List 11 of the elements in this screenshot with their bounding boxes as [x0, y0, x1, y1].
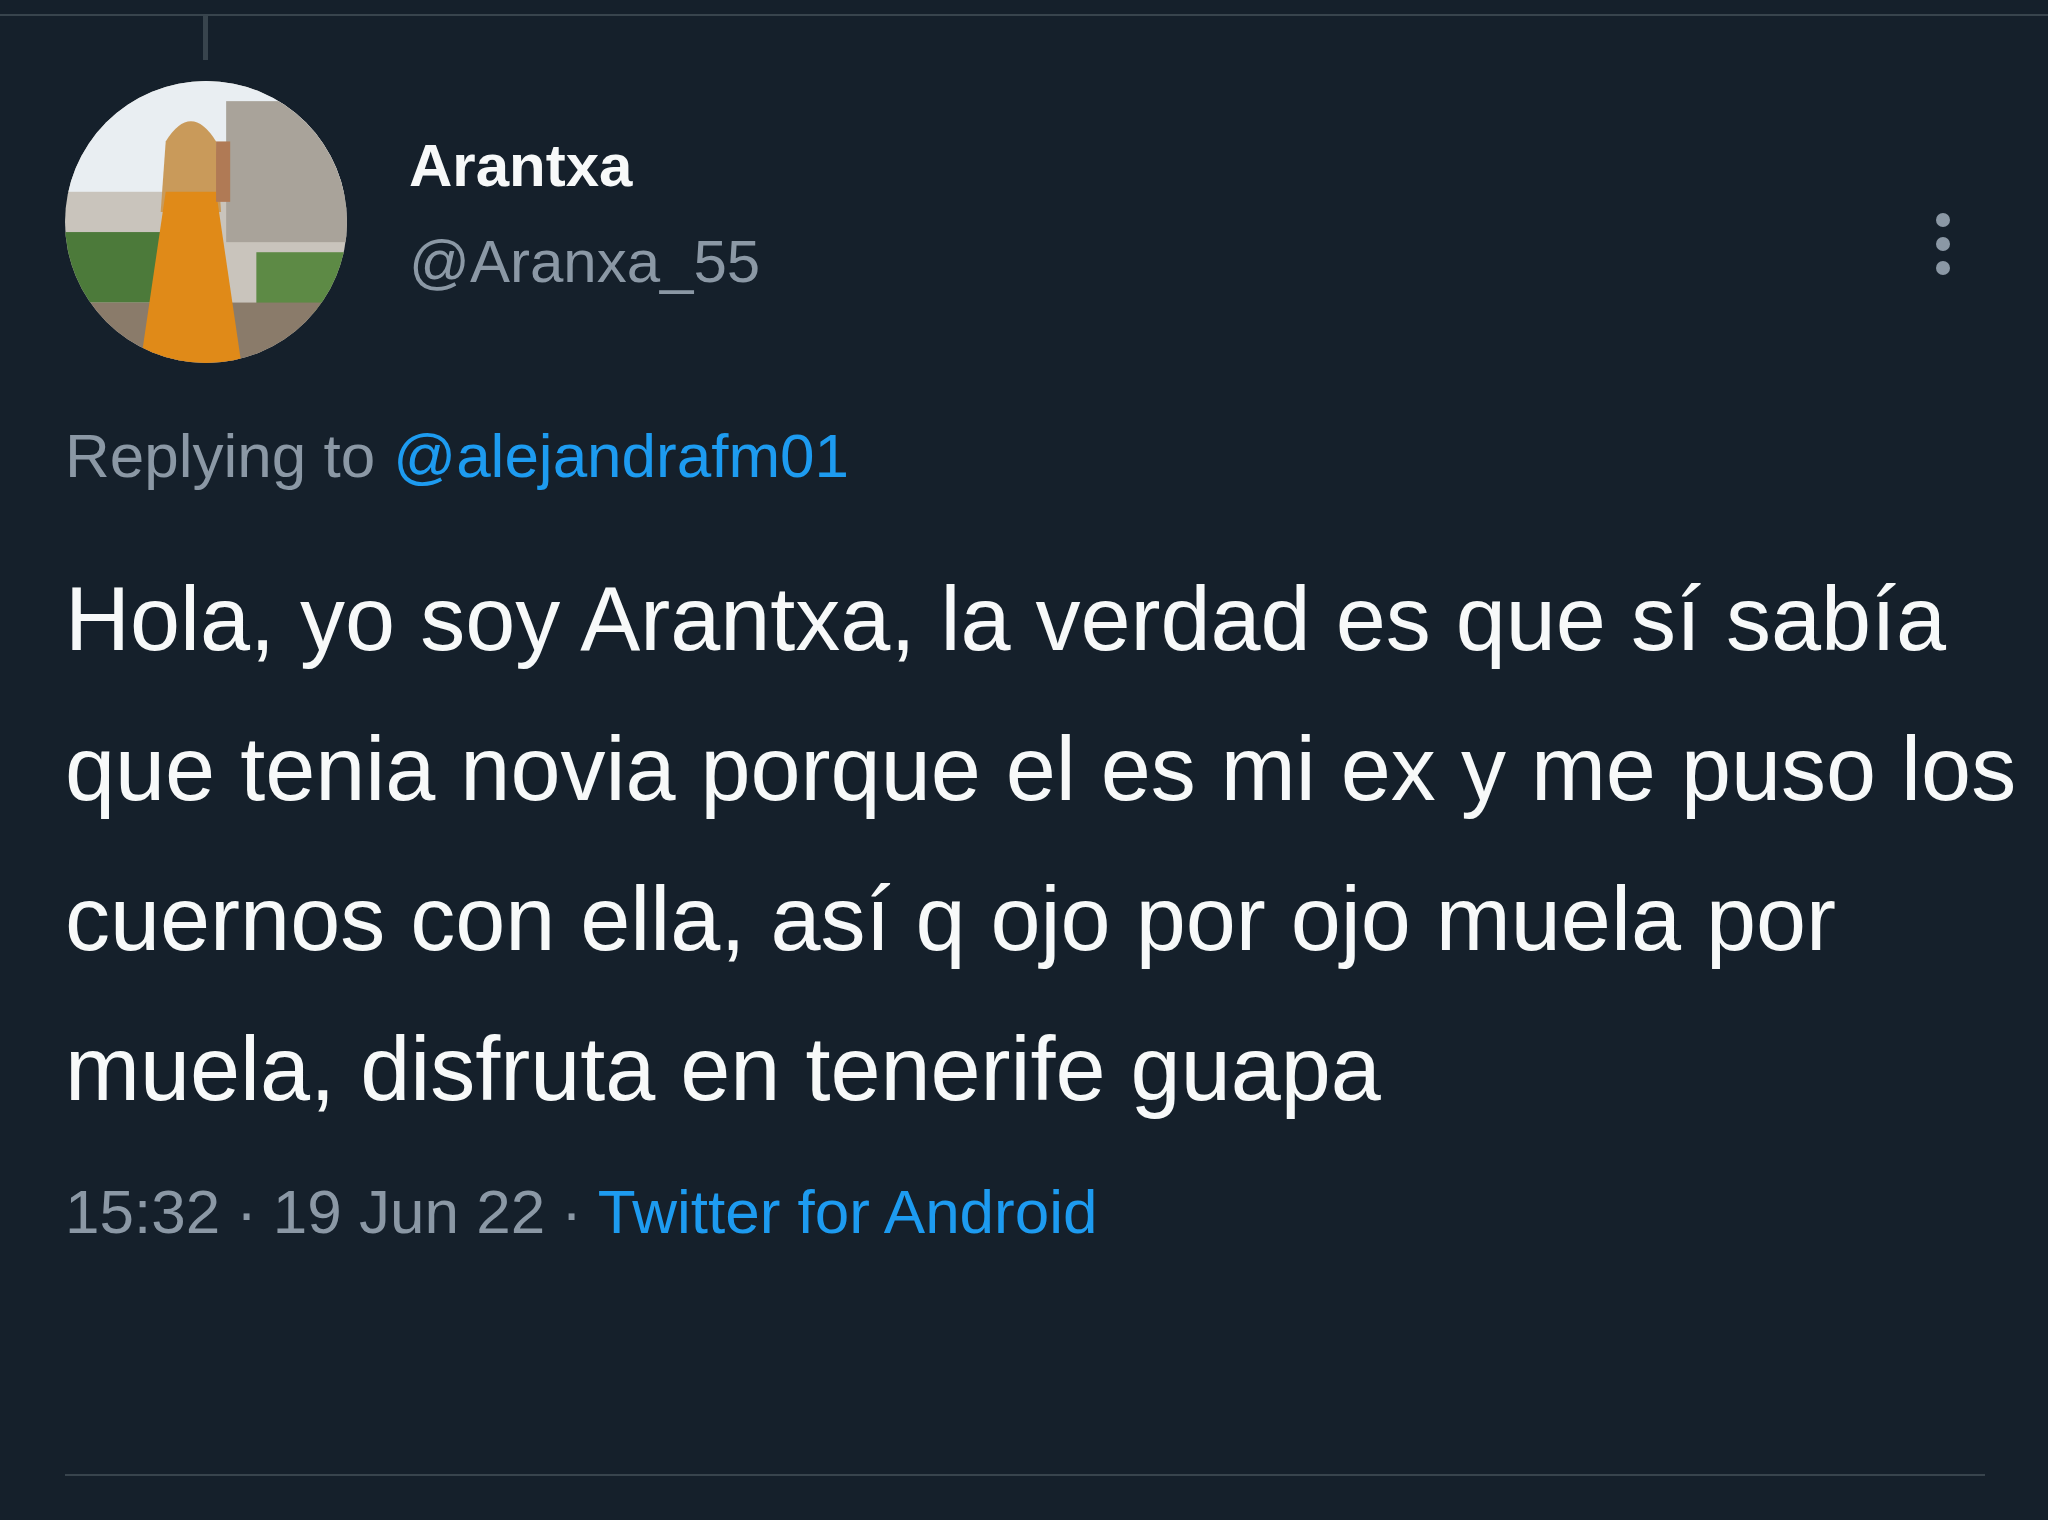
- separator-dot: ·: [236, 1176, 257, 1248]
- tweet-date: 19 Jun 22: [272, 1176, 546, 1248]
- more-options-icon[interactable]: [1933, 211, 1953, 277]
- tweet-text: Hola, yo soy Arantxa, la verdad es que sí sabía que tenia novia porque el es mi ex y me puso los cuernos con ella, así q ojo por ojo muela por muela, disfruta en tenerife guapa: [65, 568, 2018, 1121]
- source-link[interactable]: Twitter for Android: [597, 1174, 1098, 1250]
- separator-dot: ·: [561, 1176, 582, 1248]
- author-handle[interactable]: @Aranxa_55: [409, 229, 761, 295]
- replying-label: Replying to: [65, 420, 376, 492]
- author-name[interactable]: Arantxa: [409, 133, 761, 199]
- tweet-time: 15:32: [65, 1176, 221, 1248]
- reply-handle-link[interactable]: @alejandrafm01: [393, 418, 850, 494]
